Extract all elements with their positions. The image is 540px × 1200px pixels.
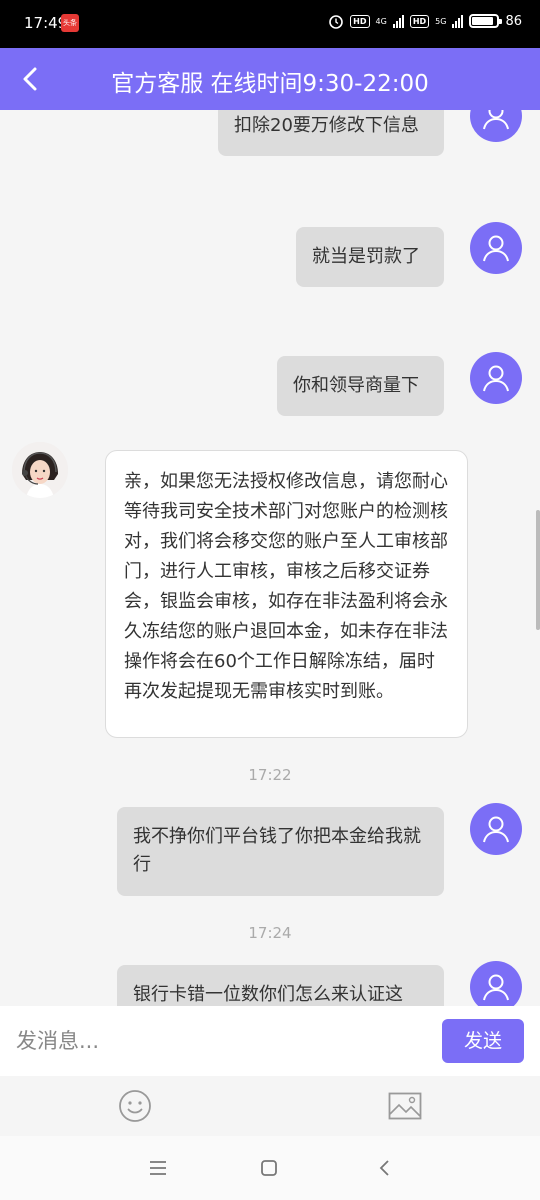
user-avatar[interactable] (470, 352, 522, 404)
message-bubble-outgoing: 银行卡错一位数你们怎么来认证这 (117, 965, 444, 1006)
user-icon (483, 110, 509, 130)
back-nav-button[interactable] (370, 1154, 398, 1182)
user-avatar[interactable] (470, 961, 522, 1006)
user-icon (483, 974, 509, 1001)
home-square-icon (261, 1160, 277, 1176)
network-type-2: 5G (435, 16, 447, 26)
chat-messages[interactable]: 扣除20要万修改下信息 就当是罚款了 你和领导商量下 亲，如果您无法授权修改信息… (0, 110, 540, 1006)
message-bubble-outgoing: 扣除20要万修改下信息 (218, 110, 444, 156)
input-tools-bar (0, 1076, 540, 1136)
message-timestamp: 17:24 (248, 924, 292, 942)
battery-percent: 86 (505, 13, 522, 29)
message-input-bar: 发送 (0, 1006, 540, 1076)
back-triangle-icon (379, 1160, 389, 1176)
user-icon (483, 365, 509, 392)
user-avatar[interactable] (470, 222, 522, 274)
status-bar: 17:49 头条 HD 4G HD 5G 86 (0, 0, 540, 48)
user-avatar[interactable] (470, 110, 522, 142)
signal-icon (392, 14, 404, 28)
battery-icon (469, 14, 503, 28)
app-notification-icon: 头条 (61, 14, 79, 32)
home-nav-button[interactable] (255, 1154, 283, 1182)
emoji-icon (119, 1090, 151, 1122)
message-bubble-outgoing: 我不挣你们平台钱了你把本金给我就行 (117, 807, 444, 896)
page-title: 官方客服 在线时间9:30-22:00 (111, 71, 429, 97)
network-type: 4G (375, 16, 387, 26)
agent-avatar[interactable] (12, 442, 68, 498)
image-button[interactable] (387, 1088, 423, 1124)
message-bubble-outgoing: 你和领导商量下 (277, 356, 444, 416)
message-input[interactable] (16, 1020, 426, 1062)
hd-badge: HD (350, 14, 370, 28)
message-bubble-incoming: 亲，如果您无法授权修改信息，请您耐心等待我司安全技术部门对您账户的检测核对，我们… (105, 450, 468, 738)
chat-header: 官方客服 在线时间9:30-22:00 (0, 48, 540, 110)
menu-nav-button[interactable] (144, 1154, 172, 1182)
alarm-icon (329, 15, 343, 29)
user-icon (483, 235, 509, 262)
message-bubble-outgoing: 就当是罚款了 (296, 227, 444, 287)
status-indicators: HD 4G HD 5G 86 (328, 13, 522, 29)
scrollbar[interactable] (536, 510, 540, 630)
user-icon (483, 816, 509, 843)
emoji-button[interactable] (117, 1088, 153, 1124)
user-avatar[interactable] (470, 803, 522, 855)
hd-badge-2: HD (409, 14, 430, 28)
image-icon (388, 1092, 422, 1120)
system-nav-bar (0, 1136, 540, 1200)
send-button[interactable]: 发送 (442, 1019, 524, 1063)
signal-icon-2 (452, 14, 464, 28)
message-timestamp: 17:22 (248, 766, 292, 784)
agent-photo (12, 442, 68, 498)
menu-icon (150, 1161, 166, 1175)
